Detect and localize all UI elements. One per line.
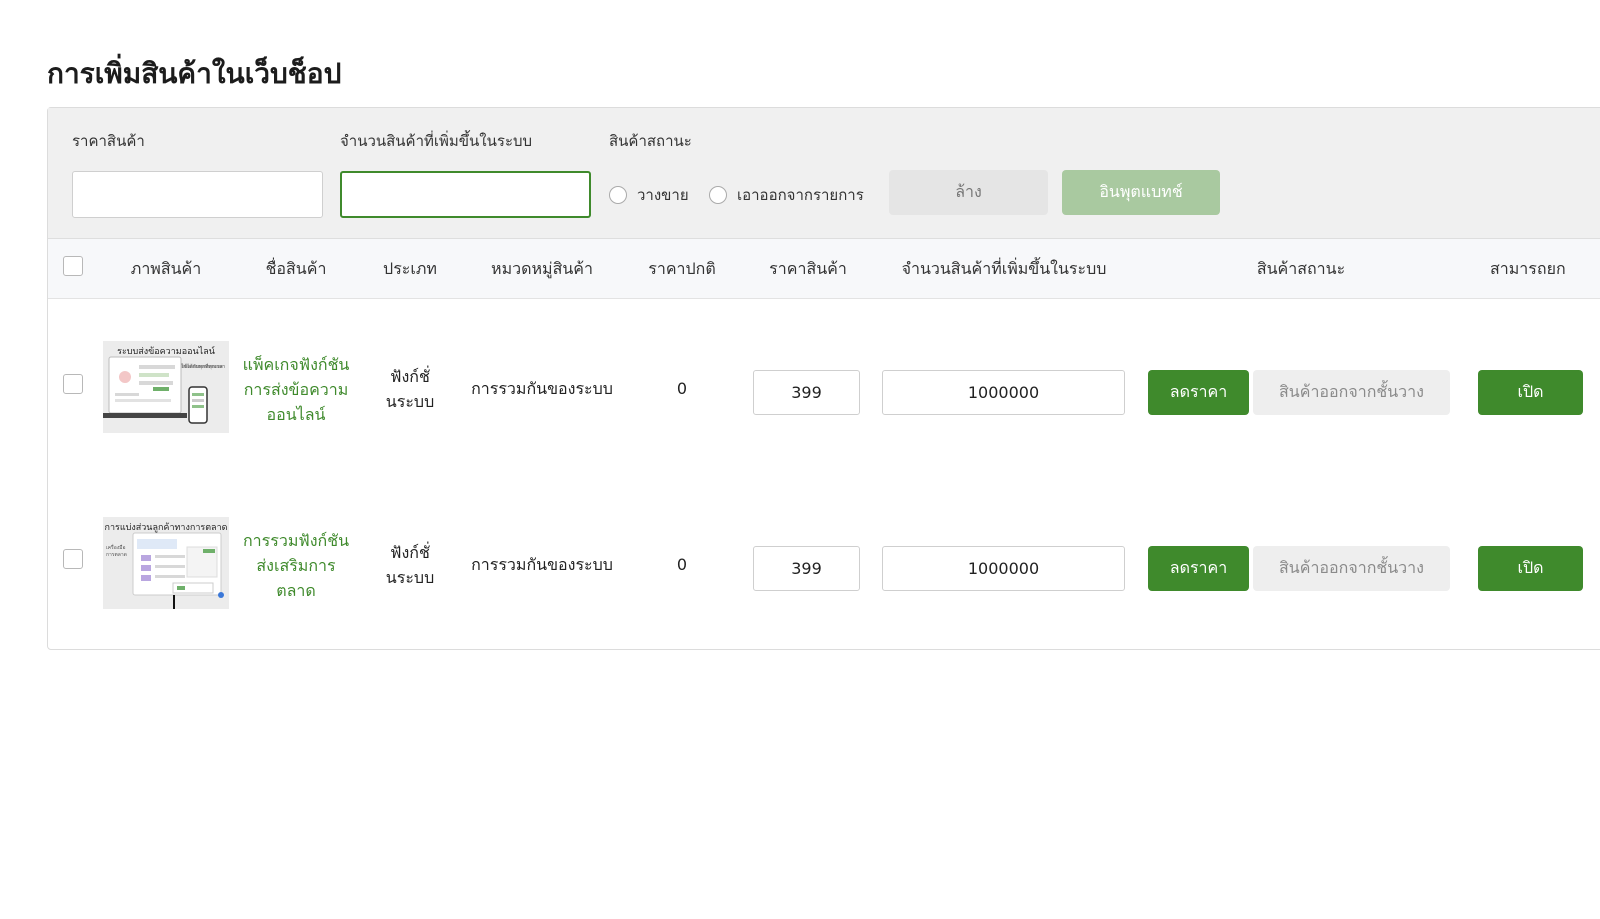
header-category: หมวดหมู่สินค้า: [491, 259, 593, 278]
header-regular-price: ราคาปกติ: [648, 259, 716, 278]
product-type: ฟังก์ชั่นระบบ: [385, 543, 435, 587]
thumbnail-subcaption: ใช้ได้กับทุกที่ทุกเวลา: [181, 364, 226, 370]
product-thumbnail: ระบบส่งข้อความออนไลน์ ใช้ได้กับทุกที่ทุก…: [103, 341, 229, 433]
page-title: การเพิ่มสินค้าในเว็บช็อป: [47, 57, 342, 90]
qty-input[interactable]: [882, 546, 1125, 591]
status-radio-on-sale-label: วางขาย: [637, 186, 689, 204]
radio-circle-icon[interactable]: [609, 186, 627, 204]
table-row: การแบ่งส่วนลูกค้าทางการตลาด เครื่องมือกา…: [48, 489, 1600, 639]
product-type: ฟังก์ชั่นระบบ: [385, 367, 435, 411]
thumbnail-caption: การแบ่งส่วนลูกค้าทางการตลาด: [104, 523, 228, 533]
price-filter-label: ราคาสินค้า: [72, 132, 145, 150]
qty-filter-input[interactable]: [340, 171, 591, 218]
open-button[interactable]: เปิด: [1478, 546, 1583, 591]
status-radio-on-sale[interactable]: วางขาย: [609, 183, 689, 207]
product-category: การรวมกันของระบบ: [471, 555, 613, 574]
header-status: สินค้าสถานะ: [1256, 259, 1346, 278]
product-panel: ราคาสินค้า จำนวนสินค้าที่เพิ่มขึ้นในระบบ…: [47, 107, 1600, 650]
price-input[interactable]: [753, 546, 860, 591]
off-shelf-button[interactable]: สินค้าออกจากชั้นวาง: [1253, 546, 1450, 591]
discount-button[interactable]: ลดราคา: [1148, 546, 1249, 591]
qty-filter-label: จำนวนสินค้าที่เพิ่มขึ้นในระบบ: [340, 132, 533, 150]
status-filter-label: สินค้าสถานะ: [609, 132, 692, 150]
status-radio-removed[interactable]: เอาออกจากรายการ: [709, 183, 864, 207]
product-name-link[interactable]: แพ็คเกจฟังก์ชันการส่งข้อความออนไลน์: [240, 352, 352, 427]
open-button[interactable]: เปิด: [1478, 370, 1583, 415]
header-price: ราคาสินค้า: [769, 259, 847, 278]
row-checkbox[interactable]: [63, 549, 83, 569]
regular-price: 0: [676, 555, 688, 574]
product-name-link[interactable]: การรวมฟังก์ชันส่งเสริมการตลาด: [240, 528, 352, 603]
clear-button[interactable]: ล้าง: [889, 170, 1048, 215]
price-filter-input[interactable]: [72, 171, 323, 218]
filter-bar: ราคาสินค้า จำนวนสินค้าที่เพิ่มขึ้นในระบบ…: [48, 108, 1600, 239]
table-row: ระบบส่งข้อความออนไลน์ ใช้ได้กับทุกที่ทุก…: [48, 313, 1600, 463]
select-all-checkbox[interactable]: [63, 256, 83, 276]
product-category: การรวมกันของระบบ: [471, 379, 613, 398]
radio-circle-icon[interactable]: [709, 186, 727, 204]
product-thumbnail: การแบ่งส่วนลูกค้าทางการตลาด เครื่องมือกา…: [103, 517, 229, 609]
price-input[interactable]: [753, 370, 860, 415]
row-checkbox[interactable]: [63, 374, 83, 394]
discount-button[interactable]: ลดราคา: [1148, 370, 1249, 415]
header-name: ชื่อสินค้า: [265, 259, 327, 278]
header-available: สามารถยก: [1490, 259, 1566, 278]
regular-price: 0: [676, 379, 688, 398]
off-shelf-button[interactable]: สินค้าออกจากชั้นวาง: [1253, 370, 1450, 415]
header-qty: จำนวนสินค้าที่เพิ่มขึ้นในระบบ: [901, 259, 1107, 278]
header-type: ประเภท: [383, 259, 437, 278]
table-header: ภาพสินค้า ชื่อสินค้า ประเภท หมวดหมู่สินค…: [48, 239, 1600, 299]
header-image: ภาพสินค้า: [130, 259, 202, 278]
thumbnail-subcaption: เครื่องมือการตลาด: [106, 545, 127, 558]
qty-input[interactable]: [882, 370, 1125, 415]
batch-import-button[interactable]: อินพุตแบทช์: [1062, 170, 1220, 215]
thumbnail-caption: ระบบส่งข้อความออนไลน์: [117, 347, 215, 357]
status-radio-removed-label: เอาออกจากรายการ: [737, 186, 864, 204]
